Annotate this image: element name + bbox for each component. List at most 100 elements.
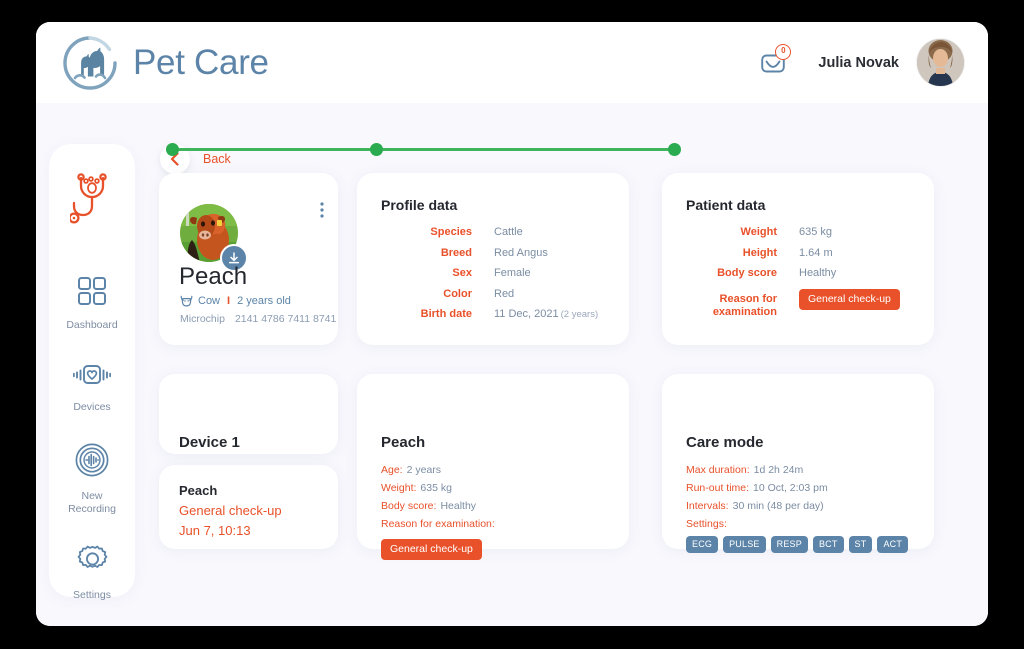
data-row: Body score Healthy [662,267,934,280]
peach-reason-tag[interactable]: General check-up [381,539,482,560]
settings-chip[interactable]: PULSE [723,536,766,553]
settings-chip[interactable]: RESP [770,536,808,553]
data-row: Reason for examination General check-up [662,289,934,318]
row-key: Body score [717,267,777,279]
kv-key: Settings: [686,518,727,530]
back-label: Back [203,152,231,166]
kv-key: Run-out time: [686,482,750,494]
settings-chip[interactable]: ST [848,536,873,553]
peach-summary-card: Peach Age: 2 years Weight: 635 kg Body sco… [357,374,629,560]
reason-tag[interactable]: General check-up [799,289,900,310]
row-key: Height [742,246,777,259]
pet-age: 2 years old [237,295,291,307]
pet-species: Cow [198,295,221,307]
timeline-dot[interactable] [370,143,383,156]
avatar[interactable] [917,39,964,86]
data-row: Weight 635 kg [662,226,934,239]
mail-badge: 0 [775,43,792,60]
timeline-dot[interactable] [166,143,179,156]
gear-icon [77,545,108,581]
kv-row: Body score: Healthy [381,500,499,512]
sidebar-item-label: Devices [73,400,111,413]
sidebar-item-label: Dashboard [66,319,118,331]
row-value: General check-up [799,289,900,310]
data-row: Species Cattle [357,226,629,239]
microchip-value: 2141 4786 7411 8741 [234,313,337,325]
card-title: Peach [381,434,426,451]
row-value: Healthy [799,267,837,279]
kv-row: Age: 2 years [381,464,499,476]
device-card: Device 1 [159,374,338,454]
pet-meta-separator: I [227,295,231,307]
recording-reason: General check-up [179,503,282,518]
row-value: Cattle [494,226,523,238]
row-value: 635 kg [799,226,833,238]
stethoscope-paw-icon [68,173,114,234]
recording-card[interactable]: Peach General check-up Jun 7, 10:13 [159,465,338,549]
recording-waveform-icon [75,443,109,482]
kv-value: 1d 2h 24m [753,464,804,476]
kv-value: 30 min (48 per day) [732,500,824,512]
brand-name: Pet Care [133,42,269,82]
brand[interactable]: Pet Care [61,34,269,92]
sidebar-item-dashboard[interactable]: Dashboard [49,276,135,332]
pet-meta: Cow I 2 years old [180,295,291,307]
recording-pet-name: Peach [179,483,218,498]
kv-key: Intervals: [686,500,729,512]
device-frame: Pet Care 0 Julia Novak Dashboard Devices… [36,22,988,626]
sidebar-item-devices[interactable]: Devices [49,362,135,414]
timeline-connector [172,148,674,151]
kv-key: Age: [381,464,403,476]
row-value: 11 Dec, 2021 (2 years) [494,308,599,320]
kebab-menu-icon[interactable] [320,202,324,223]
row-key: Species [430,226,472,238]
kv-row: Intervals: 30 min (48 per day) [686,500,908,512]
sidebar-item-label: Settings [73,589,111,601]
row-key: Sex [452,267,472,279]
kv-row: Weight: 635 kg [381,482,499,494]
sidebar-item-new-recording[interactable]: New Recording [49,443,135,515]
row-key: Birth date [420,308,472,320]
kv-value: 2 years [406,464,442,476]
peach-kv-list: Age: 2 years Weight: 635 kg Body score: Hea… [381,464,499,560]
sidebar: Dashboard Devices New Recording Settings [49,144,135,601]
grid-icon [77,276,107,311]
data-row: Sex Female [357,267,629,280]
row-value: 1.64 m [799,246,833,259]
kv-value: 10 Oct, 2:03 pm [753,482,828,494]
care-settings-chips: ECG PULSE RESP BCT ST ACT [686,536,909,553]
settings-chip[interactable]: ACT [877,536,909,553]
care-mode-card: Care mode Max duration: 1d 2h 24m Run-out… [662,374,934,553]
kv-key: Body score: [381,500,437,512]
page-body: Dashboard Devices New Recording Settings… [36,103,988,626]
device-heart-icon [72,362,112,393]
kv-key: Max duration: [686,464,750,476]
row-key: Color [443,287,472,300]
mail-button[interactable]: 0 [759,43,792,77]
row-key: Reason for examination [712,293,777,318]
device-title: Device 1 [179,434,240,451]
top-bar: Pet Care 0 Julia Novak [36,22,988,103]
timeline-dot[interactable] [668,143,681,156]
settings-chip[interactable]: BCT [812,536,844,553]
kv-row: Reason for examination: [381,518,499,530]
card-title: Patient data [686,197,766,213]
recording-date: Jun 7, 10:13 [179,523,251,538]
care-kv-list: Max duration: 1d 2h 24m Run-out time: 10 O… [686,464,909,553]
user-name: Julia Novak [818,54,899,71]
row-value: Female [494,267,531,279]
settings-chip[interactable]: ECG [686,536,719,553]
patient-data-list: Weight 635 kg Height 1.64 m Body score H… [662,226,934,326]
row-value: Red [494,287,515,300]
profile-data-list: Species Cattle Breed Red Angus Sex Femal… [357,226,629,329]
row-key: Breed [440,246,472,259]
data-row: Height 1.64 m [662,247,934,260]
card-title: Profile data [381,197,458,213]
row-value-sub: (2 years) [560,309,599,320]
sidebar-item-settings[interactable]: Settings [49,545,135,602]
data-row: Color Red [357,288,629,301]
profile-data-card: Profile data Species Cattle Breed Red An… [357,173,629,345]
row-key: Weight [740,226,777,238]
kv-key: Reason for examination: [381,518,495,530]
microchip-row: Microchip 2141 4786 7411 8741 [180,313,336,325]
